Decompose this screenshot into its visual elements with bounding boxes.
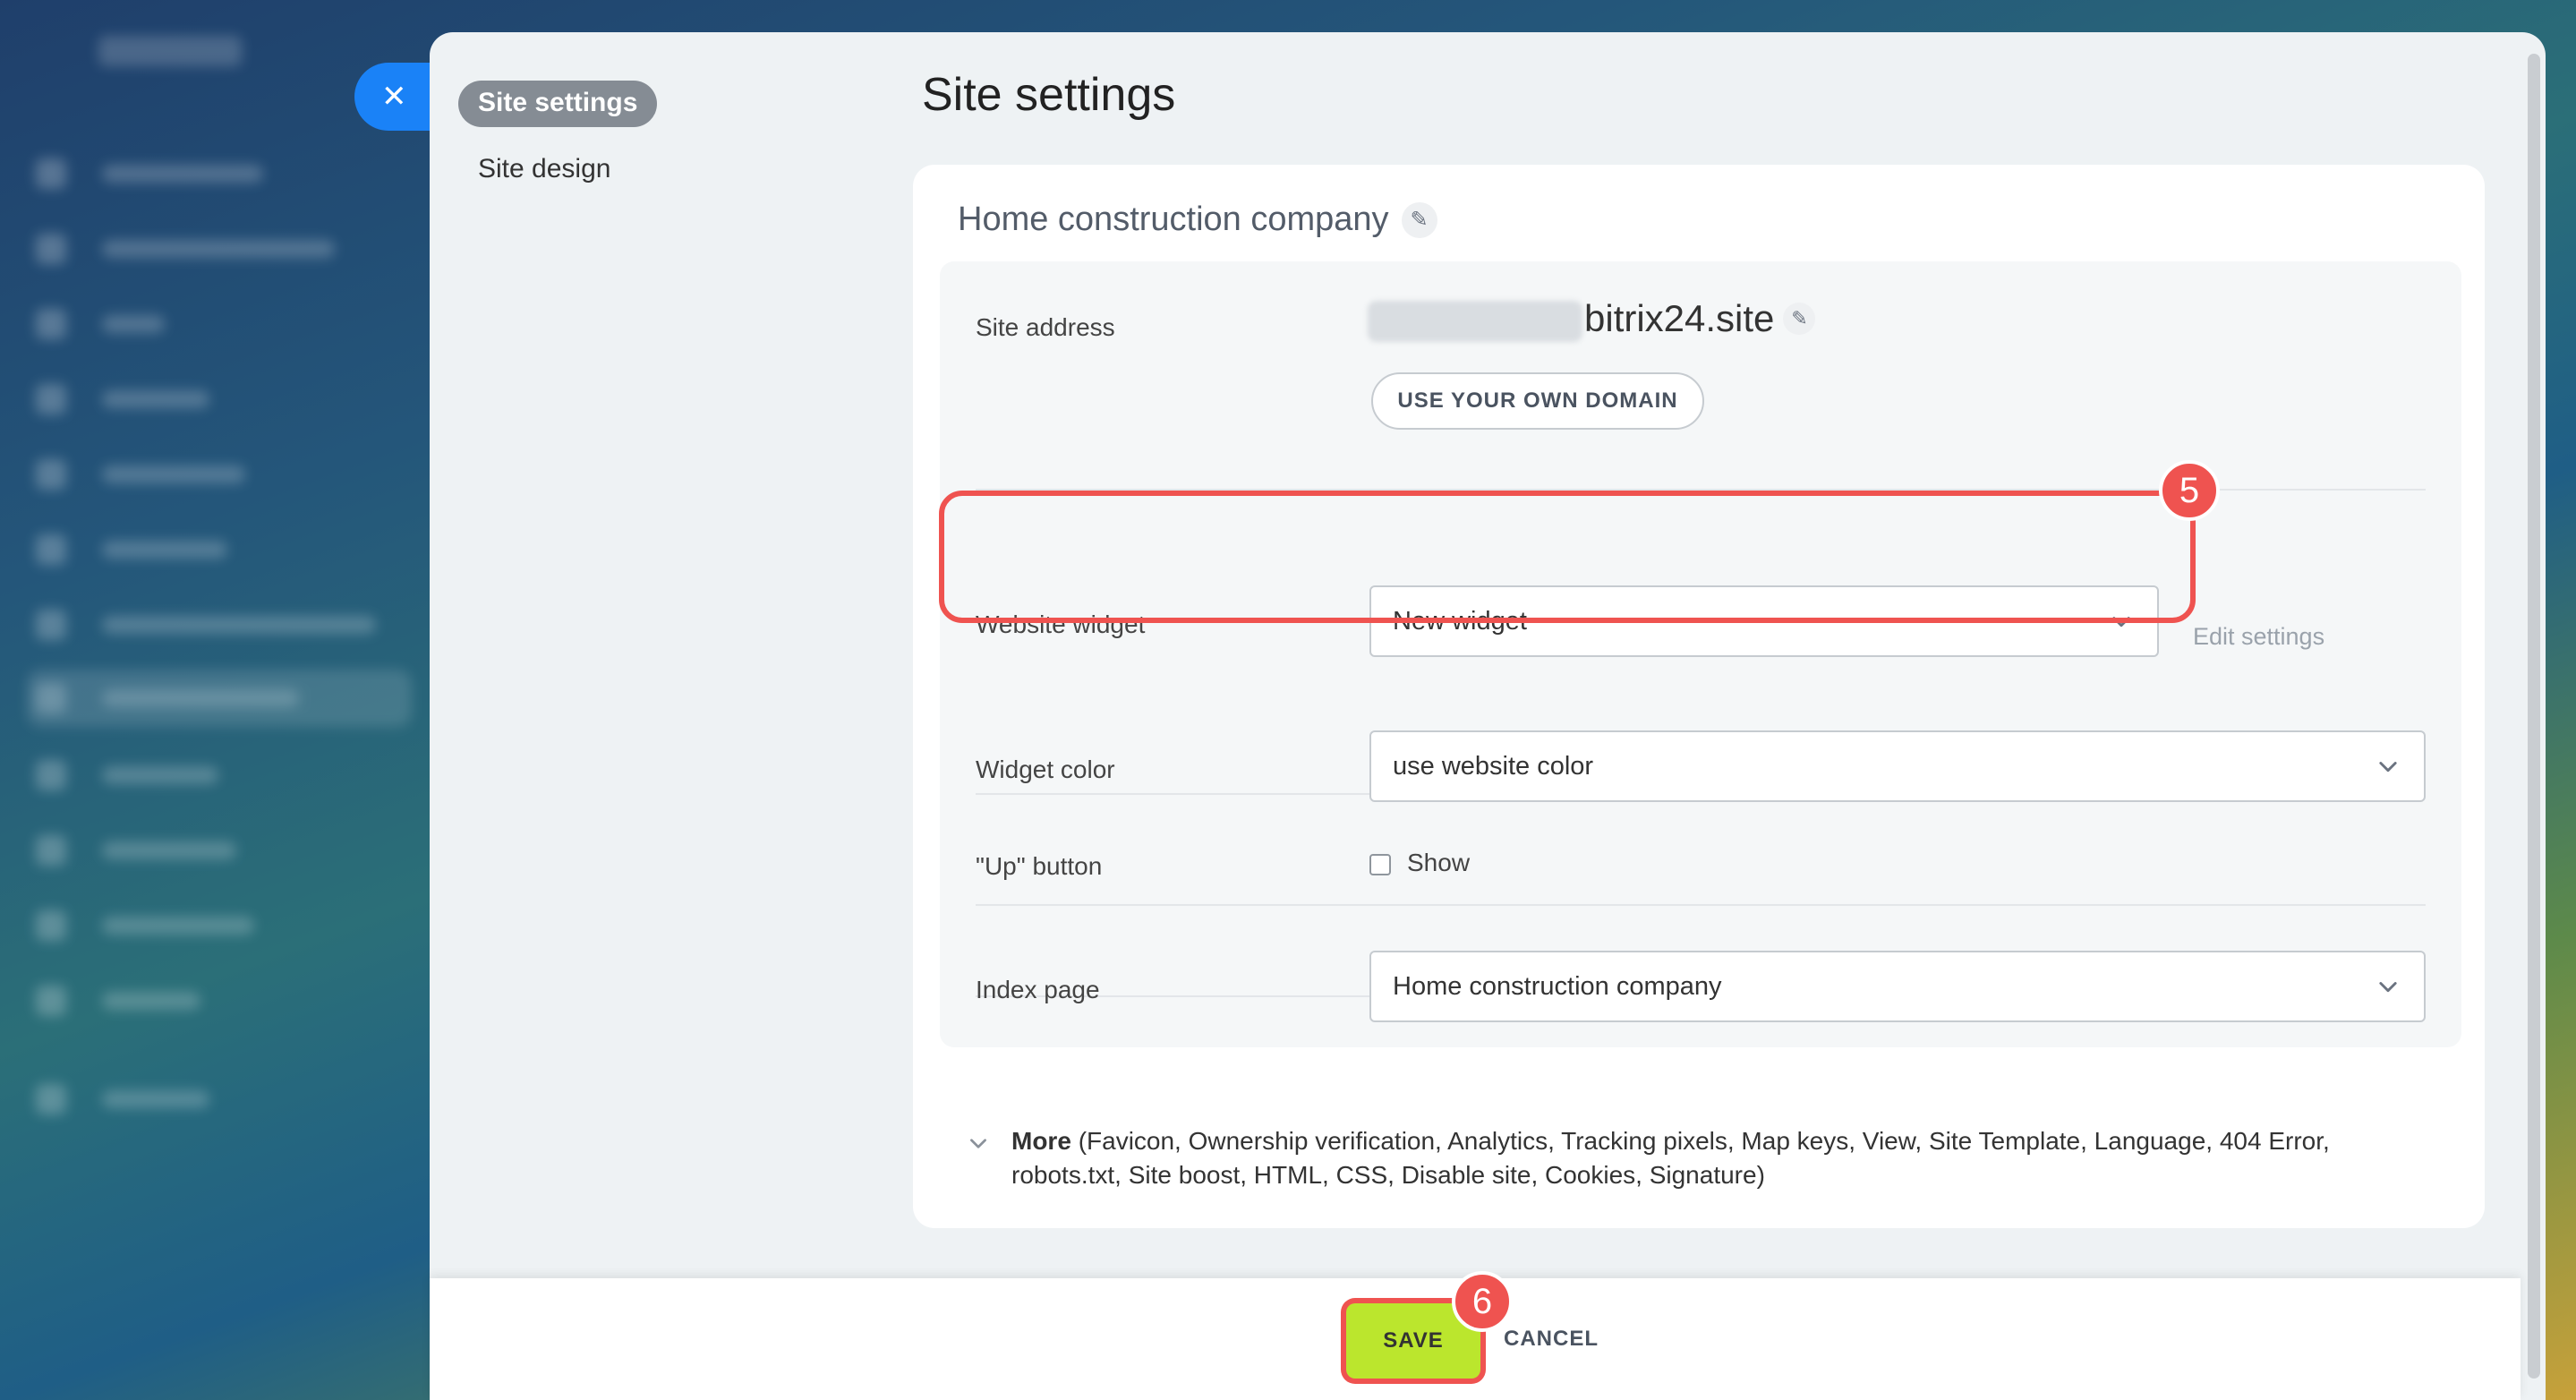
site-address-domain: bitrix24.site bbox=[1584, 297, 1775, 339]
background-menu-item bbox=[36, 1083, 376, 1115]
background-sidebar bbox=[0, 0, 430, 1400]
background-menu-item bbox=[36, 909, 376, 942]
edit-site-name-pencil-icon[interactable]: ✎ bbox=[1401, 201, 1437, 238]
background-menu-item bbox=[36, 158, 376, 190]
scrollbar[interactable] bbox=[2528, 54, 2540, 1379]
widget-color-select[interactable]: use website color bbox=[1369, 730, 2426, 802]
background-menu-item bbox=[36, 834, 376, 866]
index-page-label: Index page bbox=[976, 976, 1100, 1003]
nav-item-site-settings[interactable]: Site settings bbox=[458, 81, 658, 127]
site-name: Home construction company ✎ bbox=[958, 201, 1437, 239]
settings-slider: Site settings Site design Site settings … bbox=[430, 32, 2546, 1400]
up-button-show-checkbox[interactable] bbox=[1369, 854, 1391, 875]
step-badge-6: 6 bbox=[1452, 1271, 1513, 1332]
site-address-label: Site address bbox=[976, 313, 1115, 341]
cancel-button[interactable]: CANCEL bbox=[1504, 1327, 1599, 1352]
site-address-subdomain-blurred bbox=[1368, 301, 1582, 342]
more-items-list: (Favicon, Ownership verification, Analyt… bbox=[1011, 1127, 2330, 1189]
close-icon: ✕ bbox=[381, 80, 407, 114]
page-title: Site settings bbox=[922, 69, 1176, 121]
settings-form: Site address bitrix24.site ✎ USE YOUR OW… bbox=[940, 261, 2461, 1047]
use-own-domain-button[interactable]: USE YOUR OWN DOMAIN bbox=[1371, 372, 1704, 430]
background-menu-item bbox=[36, 383, 376, 415]
edit-address-pencil-icon[interactable]: ✎ bbox=[1783, 303, 1816, 335]
site-address: bitrix24.site ✎ bbox=[1584, 297, 1816, 340]
background-menu-item bbox=[36, 609, 376, 641]
step-badge-5: 5 bbox=[2159, 460, 2220, 521]
highlight-frame-website-widget bbox=[939, 491, 2196, 623]
settings-nav: Site settings Site design bbox=[458, 81, 658, 184]
edit-widget-settings-link[interactable]: Edit settings bbox=[2193, 623, 2324, 651]
index-page-value: Home construction company bbox=[1393, 971, 1722, 1001]
background-menu-item bbox=[36, 534, 376, 566]
nav-item-site-design[interactable]: Site design bbox=[478, 154, 657, 184]
more-settings: More (Favicon, Ownership verification, A… bbox=[1011, 1124, 2408, 1192]
settings-card: Home construction company ✎ Site address… bbox=[913, 165, 2485, 1228]
divider bbox=[976, 904, 2426, 906]
background-logo bbox=[98, 36, 242, 66]
background-menu-item bbox=[36, 458, 376, 491]
widget-color-value: use website color bbox=[1393, 751, 1594, 781]
background-menu-item bbox=[36, 759, 376, 791]
background-menu-item bbox=[36, 308, 376, 340]
up-button-label: "Up" button bbox=[976, 852, 1103, 880]
more-chevron-down-icon[interactable] bbox=[967, 1131, 990, 1155]
background-menu-item bbox=[36, 233, 376, 265]
widget-color-label: Widget color bbox=[976, 755, 1115, 783]
more-toggle[interactable]: More bbox=[1011, 1127, 1071, 1155]
background-menu-item-active bbox=[27, 670, 412, 727]
up-button-show-label[interactable]: Show bbox=[1407, 849, 1470, 877]
chevron-down-icon bbox=[2379, 982, 2397, 993]
index-page-select[interactable]: Home construction company bbox=[1369, 951, 2426, 1022]
background-menu-item bbox=[36, 985, 376, 1017]
site-name-text: Home construction company bbox=[958, 201, 1389, 238]
chevron-down-icon bbox=[2379, 762, 2397, 773]
